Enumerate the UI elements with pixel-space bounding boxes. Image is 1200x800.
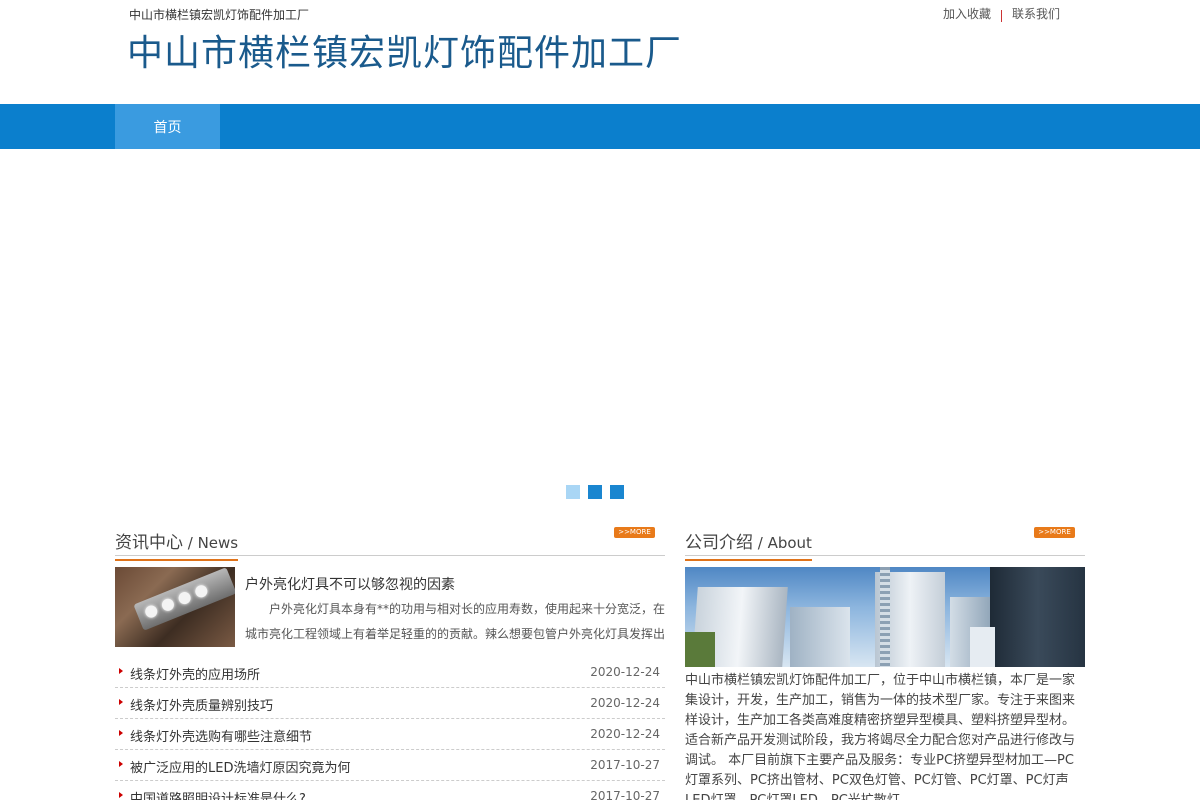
led-dot bbox=[160, 597, 176, 613]
news-item-link[interactable]: 线条灯外壳选购有哪些注意细节 bbox=[130, 726, 312, 745]
header-small-title: 中山市横栏镇宏凯灯饰配件加工厂 bbox=[129, 8, 310, 22]
news-title-en: / News bbox=[183, 534, 239, 552]
news-item-date: 2017-10-27 bbox=[590, 789, 660, 800]
contact-us-link[interactable]: 联系我们 bbox=[1012, 5, 1060, 22]
slider-dot-1[interactable] bbox=[566, 485, 580, 499]
about-more-button[interactable]: >>MORE bbox=[1034, 527, 1075, 538]
featured-news-desc: 户外亮化灯具本身有**的功用与相对长的应用寿数，使用起来十分宽泛，在城市亮化工程… bbox=[245, 602, 665, 641]
bullet-arrow-icon bbox=[119, 730, 123, 736]
nav-item-home[interactable]: 首页 bbox=[115, 104, 220, 149]
about-section-title: 公司介绍 / About bbox=[685, 528, 812, 561]
bullet-arrow-icon bbox=[119, 699, 123, 705]
news-item-date: 2017-10-27 bbox=[590, 758, 660, 772]
featured-news-title[interactable]: 户外亮化灯具不可以够忽视的因素 bbox=[245, 574, 455, 594]
news-item-link[interactable]: 线条灯外壳质量辨别技巧 bbox=[130, 695, 273, 714]
banner-slider bbox=[0, 149, 1200, 514]
list-item: 线条灯外壳的应用场所 2020-12-24 bbox=[115, 657, 665, 688]
news-section-title: 资讯中心 / News bbox=[115, 528, 239, 561]
news-list: 线条灯外壳的应用场所 2020-12-24 线条灯外壳质量辨别技巧 2020-1… bbox=[115, 657, 665, 800]
about-section-header: 公司介绍 / About >>MORE bbox=[685, 524, 1085, 561]
add-favorite-link[interactable]: 加入收藏 bbox=[943, 5, 991, 22]
list-item: 中国道路照明设计标准是什么? 2017-10-27 bbox=[115, 781, 665, 800]
slider-dot-2[interactable] bbox=[588, 485, 602, 499]
led-dot bbox=[176, 590, 193, 606]
list-item: 被广泛应用的LED洗墙灯原因究竟为何 2017-10-27 bbox=[115, 750, 665, 781]
news-more-button[interactable]: >>MORE bbox=[614, 527, 655, 538]
bullet-arrow-icon bbox=[119, 668, 123, 674]
news-item-date: 2020-12-24 bbox=[590, 665, 660, 679]
list-item: 线条灯外壳质量辨别技巧 2020-12-24 bbox=[115, 688, 665, 719]
about-building-image bbox=[685, 567, 1085, 667]
news-item-date: 2020-12-24 bbox=[590, 727, 660, 741]
about-title-cn: 公司介绍 bbox=[685, 533, 753, 553]
building-shape bbox=[880, 567, 890, 667]
divider bbox=[1000, 9, 1002, 22]
header: 中山市横栏镇宏凯灯饰配件加工厂 中山市横栏镇宏凯灯饰配件加工厂 加入收藏 联系我… bbox=[0, 0, 1200, 104]
slider-dots bbox=[566, 485, 624, 499]
about-title-en: / About bbox=[753, 534, 812, 552]
slider-dot-3[interactable] bbox=[610, 485, 624, 499]
building-shape bbox=[790, 607, 850, 667]
site-title[interactable]: 中山市横栏镇宏凯灯饰配件加工厂 bbox=[127, 24, 682, 76]
building-shape bbox=[970, 627, 995, 667]
main-nav: 首页 bbox=[0, 104, 1200, 149]
about-description: 中山市横栏镇宏凯灯饰配件加工厂，位于中山市横栏镇，本厂是一家集设计，开发，生产加… bbox=[685, 673, 1076, 800]
led-dot bbox=[193, 583, 210, 600]
led-dot bbox=[143, 603, 160, 620]
news-item-link[interactable]: 线条灯外壳的应用场所 bbox=[130, 664, 260, 683]
bullet-arrow-icon bbox=[119, 792, 123, 798]
news-section-header: 资讯中心 / News >>MORE bbox=[115, 524, 665, 561]
news-title-cn: 资讯中心 bbox=[115, 533, 183, 553]
list-item: 线条灯外壳选购有哪些注意细节 2020-12-24 bbox=[115, 719, 665, 750]
featured-news-image[interactable] bbox=[115, 567, 235, 647]
news-item-date: 2020-12-24 bbox=[590, 696, 660, 710]
top-links: 加入收藏 联系我们 bbox=[943, 5, 1060, 22]
news-item-link[interactable]: 被广泛应用的LED洗墙灯原因究竟为何 bbox=[130, 757, 350, 776]
led-fixture-shape bbox=[133, 567, 235, 631]
news-item-link[interactable]: 中国道路照明设计标准是什么? bbox=[130, 788, 306, 800]
tree-shape bbox=[685, 632, 715, 667]
building-shape bbox=[990, 567, 1085, 667]
bullet-arrow-icon bbox=[119, 761, 123, 767]
